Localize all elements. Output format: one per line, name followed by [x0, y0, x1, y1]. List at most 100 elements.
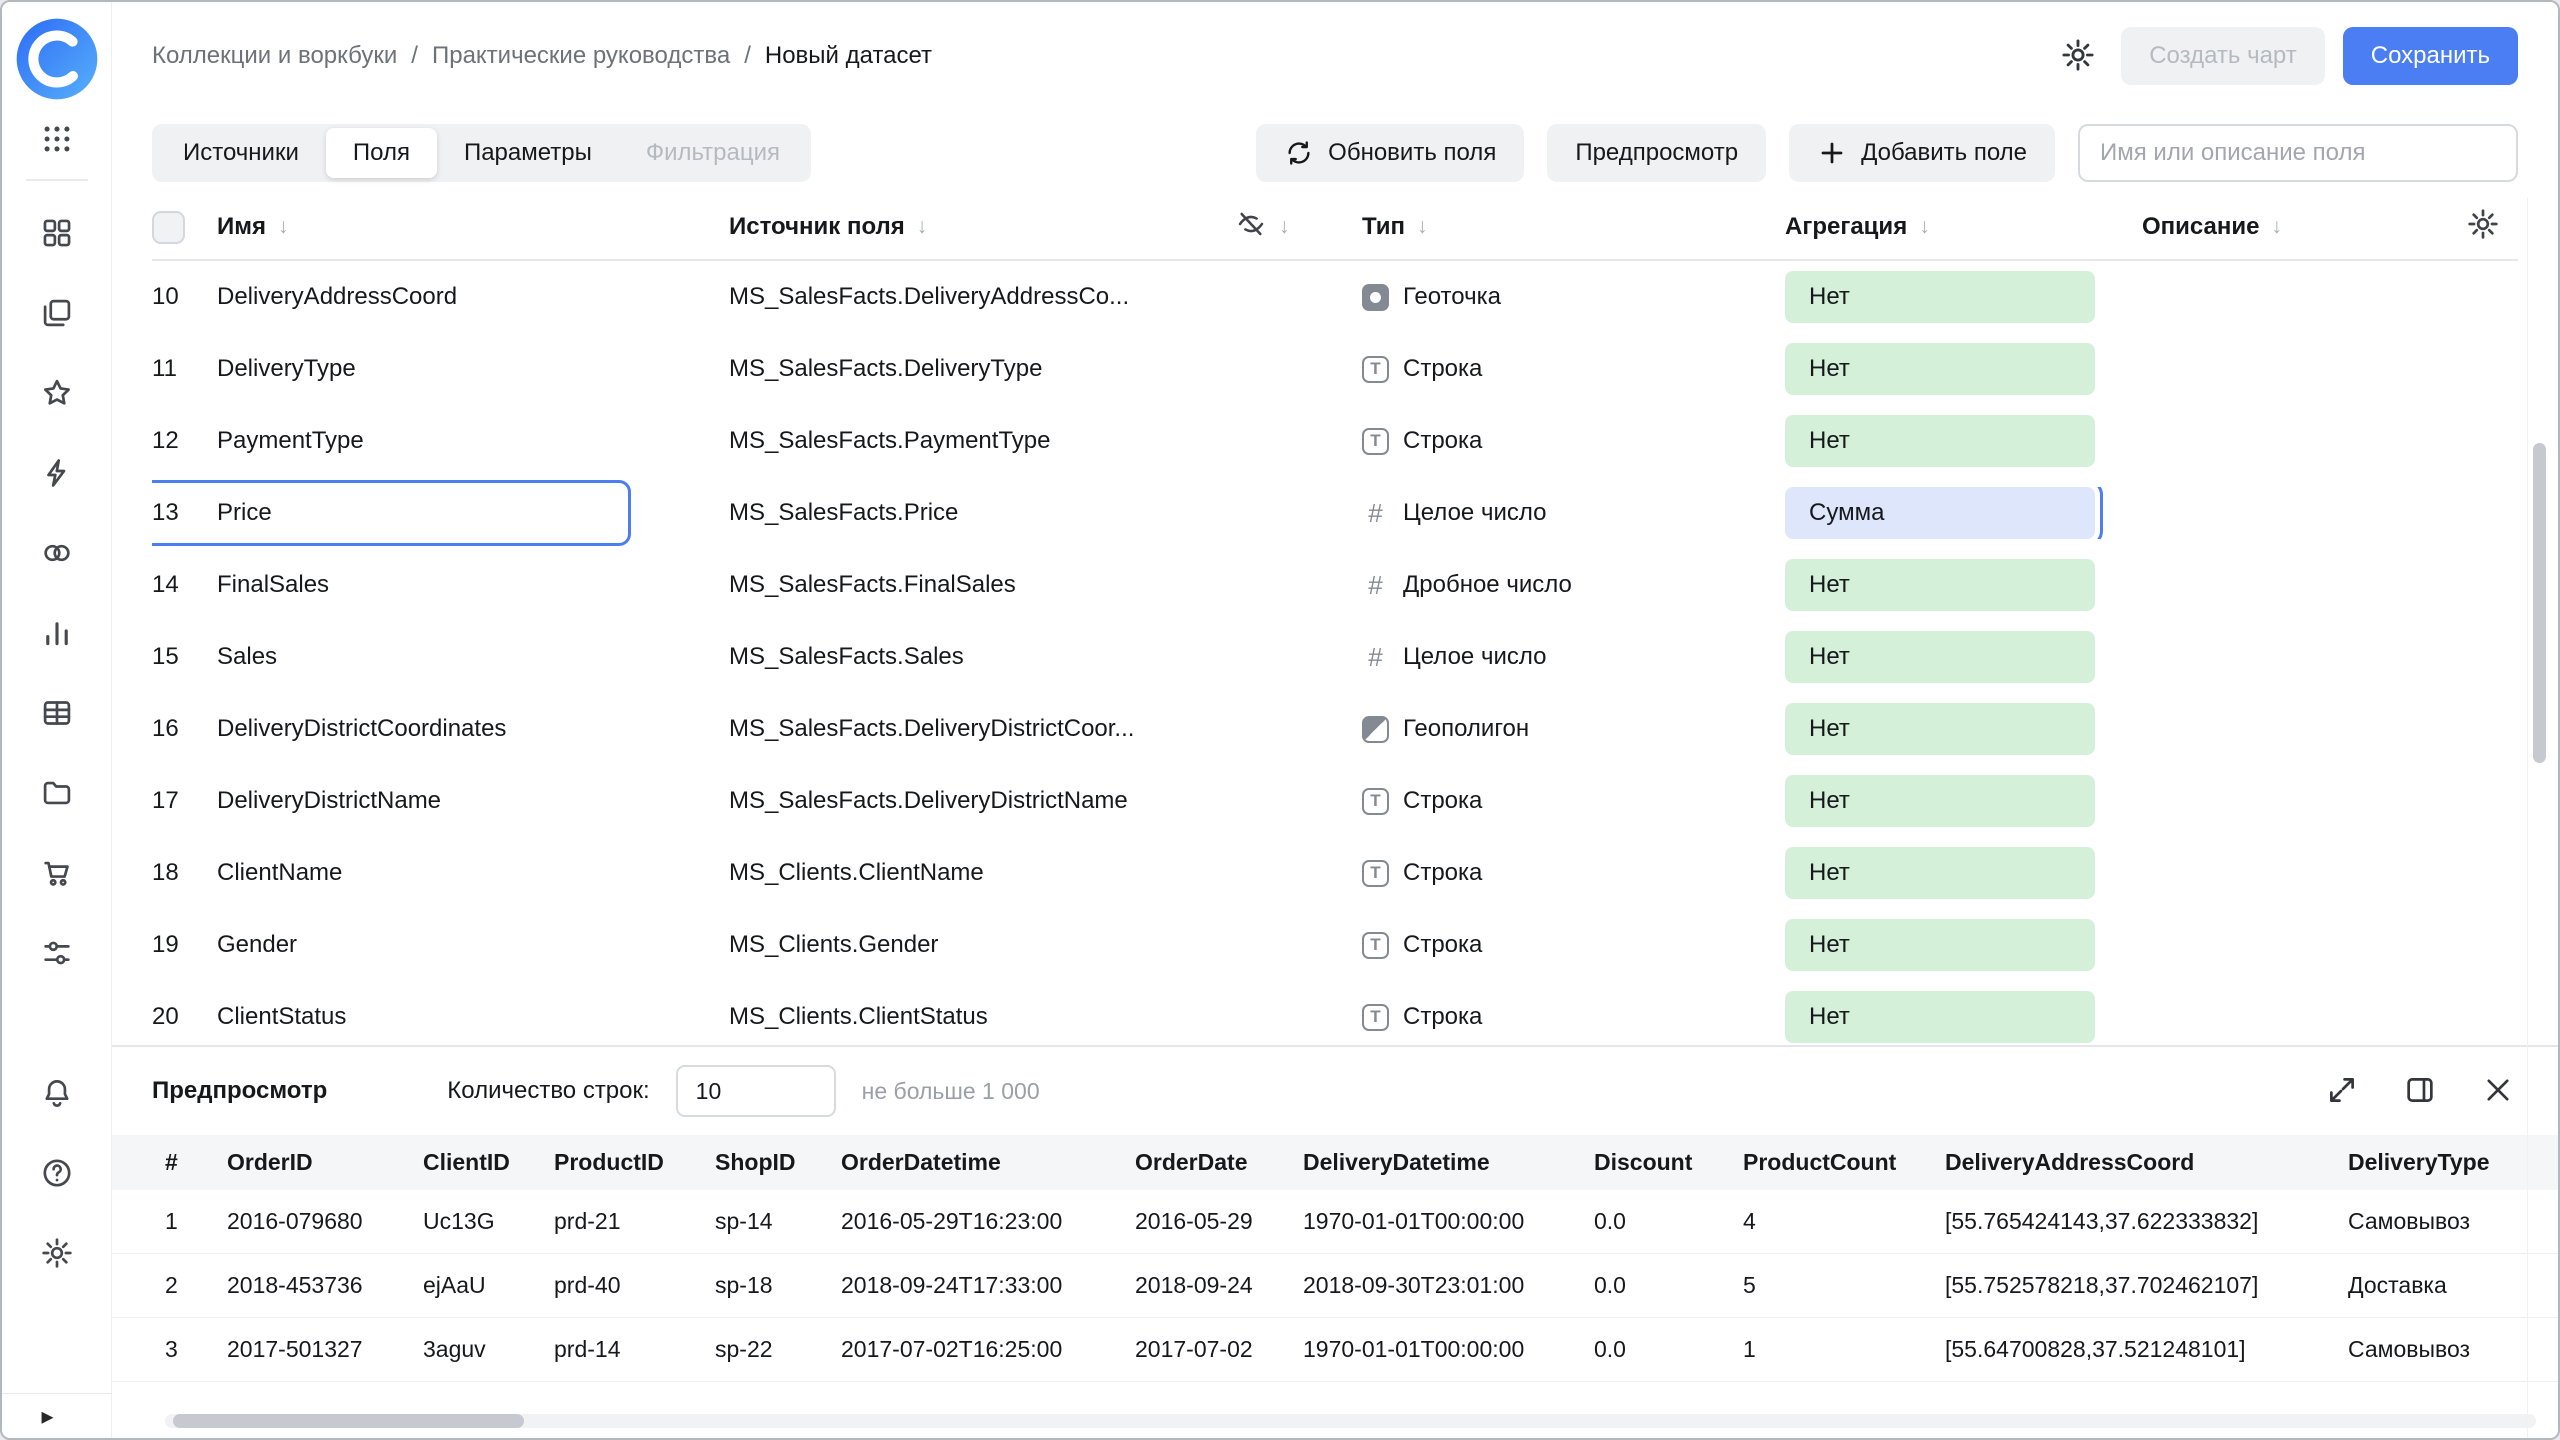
settings-gear-button[interactable] — [2053, 31, 2103, 81]
table-row[interactable]: 10 DeliveryAddressCoord MS_SalesFacts.Deli… — [152, 261, 2518, 333]
preview-column-header: DeliveryType — [2348, 1149, 2490, 1175]
preview-toggle-button[interactable]: Предпросмотр — [1547, 123, 1767, 182]
aggregation-select[interactable]: Нет — [1785, 415, 2095, 467]
aggregation-select[interactable]: Нет — [1785, 271, 2095, 323]
table-row[interactable]: 19 Gender MS_Clients.Gender T Строка Нет — [152, 909, 2518, 981]
refresh-fields-button[interactable]: Обновить поля — [1256, 123, 1525, 182]
sidebar-item-dashboards[interactable] — [29, 687, 85, 743]
field-aggregation-cell: Нет — [1785, 847, 2122, 899]
close-preview-button[interactable] — [2478, 1071, 2518, 1111]
preview-row: 2 2018-453736 ejAaU prd-40 sp-18 2018-09-24T1… — [112, 1254, 2558, 1318]
table-row[interactable]: 14 FinalSales MS_SalesFacts.FinalSales # Дро… — [152, 549, 2518, 621]
vertical-scrollbar-thumb[interactable] — [2533, 443, 2546, 763]
sort-icon[interactable]: ↓ — [1279, 215, 1290, 239]
tab-fields[interactable]: Поля — [325, 127, 437, 178]
horizontal-scrollbar-thumb[interactable] — [173, 1414, 524, 1428]
table-row[interactable]: 11 DeliveryType MS_SalesFacts.DeliveryType… — [152, 333, 2518, 405]
aggregation-select[interactable]: Нет — [1785, 559, 2095, 611]
breadcrumb-collections[interactable]: Коллекции и воркбуки — [152, 42, 397, 70]
table-row[interactable]: 12 PaymentType MS_SalesFacts.PaymentType T С… — [152, 405, 2518, 477]
app-window: ▸ Коллекции и воркбуки / Практические ру… — [0, 0, 2560, 1440]
row-number-cell: 14 — [152, 571, 179, 598]
help-button[interactable] — [29, 1147, 85, 1203]
tab-filtration[interactable]: Фильтрация — [619, 128, 807, 178]
preview-toggle-label: Предпросмотр — [1575, 138, 1739, 166]
add-field-button[interactable]: Добавить поле — [1789, 123, 2055, 182]
column-header-type[interactable]: Тип — [1362, 213, 1405, 241]
sidebar-item-services[interactable] — [29, 927, 85, 983]
column-header-aggregation[interactable]: Агрегация — [1785, 213, 1907, 241]
field-type-label: Строка — [1403, 427, 1483, 454]
save-button[interactable]: Сохранить — [2342, 27, 2518, 85]
tab-parameters[interactable]: Параметры — [437, 128, 619, 178]
aggregation-select[interactable]: Нет — [1785, 775, 2095, 827]
preview-column-header: ShopID — [715, 1149, 796, 1175]
aggregation-select[interactable]: Нет — [1785, 919, 2095, 971]
field-search-input[interactable] — [2078, 123, 2518, 182]
sidebar-item-marketplace[interactable] — [29, 847, 85, 903]
preview-row: 1 2016-079680 Uc13G prd-21 sp-14 2016-05-29T1… — [112, 1190, 2558, 1254]
sort-icon[interactable]: ↓ — [1919, 215, 1930, 239]
field-type-label: Строка — [1403, 787, 1483, 814]
field-name-cell: Gender — [217, 931, 298, 958]
sidebar-item-files[interactable] — [29, 767, 85, 823]
table-row[interactable]: 18 ClientName MS_Clients.ClientName T Строка… — [152, 837, 2518, 909]
aggregation-select[interactable]: Нет — [1785, 631, 2095, 683]
sidebar-item-charts[interactable] — [29, 607, 85, 663]
aggregation-select[interactable]: Нет — [1785, 847, 2095, 899]
field-type-cell: T Строка — [1362, 1003, 1785, 1031]
preview-cell: 0.0 — [1594, 1208, 1626, 1234]
eye-off-icon[interactable] — [1235, 208, 1267, 247]
preview-cell: 2016-05-29 — [1135, 1208, 1253, 1234]
preview-cell: 3 — [165, 1336, 178, 1362]
column-header-source[interactable]: Источник поля — [729, 213, 905, 241]
row-count-input[interactable] — [675, 1065, 836, 1117]
sidebar-item-workbooks[interactable] — [29, 287, 85, 343]
datalens-logo[interactable] — [13, 15, 101, 103]
sort-icon[interactable]: ↓ — [917, 215, 928, 239]
notifications-button[interactable] — [29, 1067, 85, 1123]
field-aggregation-cell: Нет — [1785, 991, 2122, 1043]
table-row[interactable]: 17 DeliveryDistrictName MS_SalesFacts.Deli… — [152, 765, 2518, 837]
aggregation-select[interactable]: Нет — [1785, 343, 2095, 395]
sidebar-item-favorites[interactable] — [29, 367, 85, 423]
maximize-preview-button[interactable] — [2322, 1071, 2362, 1111]
sidebar-item-datasets[interactable] — [29, 527, 85, 583]
field-name-cell: FinalSales — [217, 571, 330, 598]
preview-controls — [2322, 1071, 2518, 1111]
row-number-cell: 18 — [152, 859, 179, 886]
aggregation-select[interactable]: Нет — [1785, 703, 2095, 755]
collapse-sidebar-button[interactable]: ▸ — [2, 1393, 112, 1438]
breadcrumb-guides[interactable]: Практические руководства — [432, 42, 730, 70]
apps-grid-icon[interactable] — [29, 111, 85, 167]
create-chart-button[interactable]: Создать чарт — [2121, 27, 2325, 85]
sort-icon[interactable]: ↓ — [278, 215, 289, 239]
preview-column-header: # — [165, 1149, 178, 1175]
table-row[interactable]: 15 Sales MS_SalesFacts.Sales # Целое число Не… — [152, 621, 2518, 693]
toolbar: Источники Поля Параметры Фильтрация Обно… — [112, 110, 2558, 195]
dock-preview-button[interactable] — [2400, 1071, 2440, 1111]
aggregation-select[interactable]: Нет — [1785, 991, 2095, 1043]
sort-icon[interactable]: ↓ — [1417, 215, 1428, 239]
sidebar-settings-button[interactable] — [29, 1227, 85, 1283]
question-icon — [40, 1156, 74, 1195]
table-row[interactable]: 16 DeliveryDistrictCoordinates MS_SalesFac… — [152, 693, 2518, 765]
sidebar-item-navigation[interactable] — [29, 207, 85, 263]
select-all-checkbox[interactable] — [152, 210, 185, 244]
column-header-name[interactable]: Имя — [217, 213, 266, 241]
preview-cell: ejAaU — [423, 1272, 486, 1298]
column-header-description[interactable]: Описание — [2142, 213, 2260, 241]
integer-type-icon: # — [1368, 643, 1383, 671]
preview-cell: prd-14 — [554, 1336, 621, 1362]
field-source-cell: MS_SalesFacts.DeliveryType — [729, 355, 1043, 382]
breadcrumb-separator: / — [411, 42, 418, 69]
preview-cell: prd-40 — [554, 1272, 621, 1298]
table-settings-gear-icon[interactable] — [2466, 207, 2500, 248]
sort-icon[interactable]: ↓ — [2272, 215, 2283, 239]
tab-sources[interactable]: Источники — [156, 128, 326, 178]
sidebar-item-connections[interactable] — [29, 447, 85, 503]
table-row[interactable]: 20 ClientStatus MS_Clients.ClientStatus T Ст… — [152, 981, 2518, 1045]
table-row[interactable]: 13 Price MS_SalesFacts.Price # Целое число Су… — [152, 477, 2518, 549]
preview-cell: [55.752578218,37.702462107] — [1945, 1272, 2259, 1298]
aggregation-select[interactable]: Сумма — [1785, 487, 2103, 539]
